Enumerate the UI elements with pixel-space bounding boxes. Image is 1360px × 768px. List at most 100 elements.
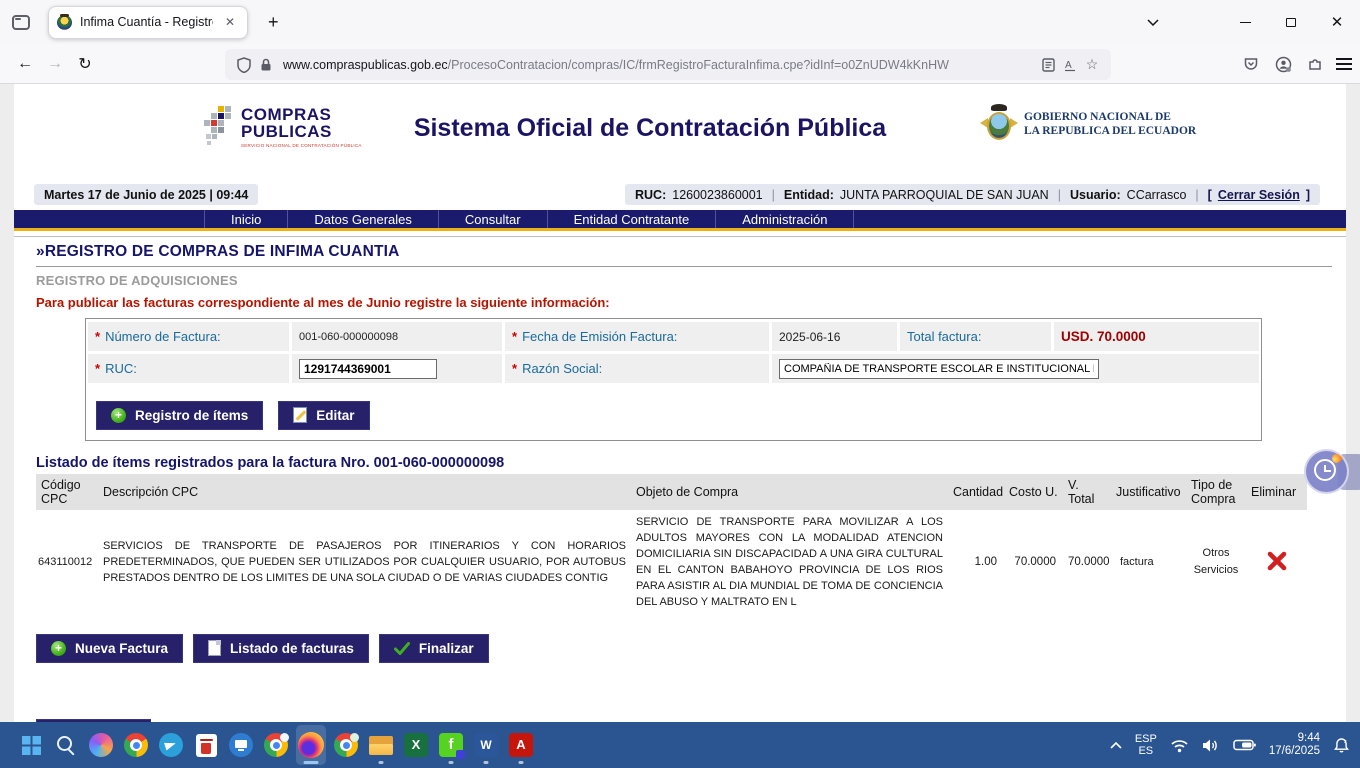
- sheets-app-icon[interactable]: [436, 725, 466, 765]
- editar-button[interactable]: Editar: [278, 401, 369, 430]
- session-status-row: Martes 17 de Junio de 2025 | 09:44 RUC: …: [14, 180, 1346, 210]
- nav-item-inicio[interactable]: Inicio: [204, 210, 288, 228]
- forward-icon[interactable]: →: [40, 49, 70, 79]
- nav-item-consultar[interactable]: Consultar: [439, 210, 548, 228]
- clock[interactable]: 9:44 17/6/2025: [1269, 732, 1320, 758]
- col-costo-u: Costo U.: [1004, 474, 1063, 510]
- nav-item-administracion[interactable]: Administración: [716, 210, 854, 228]
- reload-icon[interactable]: ↻: [70, 49, 100, 79]
- list-all-tabs-icon[interactable]: [1140, 9, 1166, 35]
- tab-close-icon[interactable]: ✕: [221, 13, 239, 31]
- lock-icon[interactable]: [255, 54, 277, 76]
- site-header: COMPRAS PUBLICAS SERVICIO NACIONAL DE CO…: [14, 84, 1346, 180]
- item-costo: 70.0000: [1004, 510, 1063, 614]
- taskbar: ESP ES 9:44 17/6/2025 z: [0, 722, 1360, 768]
- item-descripcion: SERVICIOS DE TRANSPORTE DE PASAJEROS POR…: [98, 510, 631, 614]
- entidad-value: JUNTA PARROQUIAL DE SAN JUAN: [840, 188, 1049, 202]
- battery-icon[interactable]: [1233, 739, 1256, 751]
- ecuador-crest-icon: [982, 104, 1016, 144]
- recycle-bin-icon[interactable]: [191, 725, 221, 765]
- section-subheading: REGISTRO DE ADQUISICIONES: [36, 273, 1332, 288]
- ruc-value: 1260023860001: [672, 188, 762, 202]
- telegram-icon[interactable]: [156, 725, 186, 765]
- col-codigo-cpc: Código CPC: [36, 474, 98, 510]
- item-row: 643110012 SERVICIOS DE TRANSPORTE DE PAS…: [36, 510, 1307, 614]
- bookmark-star-icon[interactable]: ☆: [1081, 54, 1103, 76]
- items-table: Código CPC Descripción CPC Objeto de Com…: [36, 474, 1307, 614]
- item-justificativo: factura: [1111, 510, 1186, 614]
- registro-items-button[interactable]: + Registro de ítems: [96, 401, 263, 430]
- language-indicator[interactable]: ESP ES: [1135, 733, 1157, 757]
- ruc-field-label: RUC:: [105, 361, 137, 376]
- items-list-title: Listado de ítems registrados para la fac…: [36, 455, 1332, 471]
- hidden-icons-chevron-icon[interactable]: [1110, 742, 1122, 749]
- acrobat-icon[interactable]: [506, 725, 536, 765]
- fecha-emision-label-cell: * Fecha de Emisión Factura:: [505, 322, 769, 351]
- razon-social-input[interactable]: [779, 359, 1099, 379]
- pocket-icon[interactable]: [1240, 53, 1262, 75]
- file-explorer-icon[interactable]: [366, 725, 396, 765]
- gov-text-line1: GOBIERNO NACIONAL DE: [1024, 110, 1196, 124]
- tracking-shield-icon[interactable]: [233, 54, 255, 76]
- clock-time: 9:44: [1269, 732, 1320, 745]
- url-text: www.compraspublicas.gob.ec/ProcesoContra…: [283, 58, 1037, 72]
- back-icon[interactable]: ←: [10, 49, 40, 79]
- browser-tab[interactable]: Infima Cuantía - Registro ✕: [48, 6, 248, 39]
- fecha-emision-value: 2025-06-16: [779, 330, 840, 344]
- chrome-profile-icon[interactable]: [261, 725, 291, 765]
- url-bar[interactable]: www.compraspublicas.gob.ec/ProcesoContra…: [225, 49, 1111, 80]
- nueva-factura-button[interactable]: + Nueva Factura: [36, 634, 183, 663]
- tab-title: Infima Cuantía - Registro: [80, 15, 213, 29]
- firefox-icon[interactable]: [296, 725, 326, 765]
- chrome-profile-2-icon[interactable]: [331, 725, 361, 765]
- firefox-view-icon[interactable]: [12, 15, 30, 30]
- nav-item-datos-generales[interactable]: Datos Generales: [288, 210, 439, 228]
- item-cantidad: 1.00: [948, 510, 1004, 614]
- notification-bell-icon[interactable]: z: [1333, 737, 1350, 754]
- account-icon[interactable]: [1272, 53, 1294, 75]
- system-tray: ESP ES 9:44 17/6/2025 z: [1110, 722, 1350, 768]
- volume-icon[interactable]: [1202, 738, 1220, 753]
- floating-assistant-widget[interactable]: [1304, 448, 1360, 496]
- fecha-emision-label: Fecha de Emisión Factura:: [522, 329, 677, 344]
- menu-icon[interactable]: [1336, 58, 1352, 70]
- ruc-label: RUC:: [635, 188, 666, 202]
- razon-social-cell: [772, 354, 1259, 383]
- window-maximize-button[interactable]: [1268, 2, 1314, 42]
- search-icon[interactable]: [51, 725, 81, 765]
- excel-icon[interactable]: [401, 725, 431, 765]
- total-factura-value-cell: USD. 70.0000: [1054, 322, 1259, 351]
- total-factura-value: USD. 70.0000: [1061, 329, 1146, 344]
- usuario-label: Usuario:: [1070, 188, 1121, 202]
- finalizar-button[interactable]: Finalizar: [379, 634, 489, 663]
- word-icon[interactable]: [471, 725, 501, 765]
- window-close-button[interactable]: ✕: [1314, 2, 1360, 42]
- fecha-emision-value-cell: 2025-06-16: [772, 322, 897, 351]
- usuario-value: CCarrasco: [1127, 188, 1187, 202]
- logout-link[interactable]: Cerrar Sesión: [1218, 188, 1300, 202]
- delete-item-icon[interactable]: [1266, 550, 1288, 575]
- wifi-icon[interactable]: [1170, 738, 1189, 753]
- remote-desktop-icon[interactable]: [226, 725, 256, 765]
- window-minimize-button[interactable]: [1222, 2, 1268, 42]
- instruction-text: Para publicar las facturas correspondien…: [36, 295, 1332, 310]
- chrome-icon[interactable]: [121, 725, 151, 765]
- razon-social-label-cell: * Razón Social:: [505, 354, 769, 383]
- reader-mode-icon[interactable]: [1037, 54, 1059, 76]
- col-tipo-compra: Tipo de Compra: [1186, 474, 1246, 510]
- listado-facturas-button[interactable]: Listado de facturas: [193, 634, 369, 663]
- edit-icon: [293, 407, 307, 423]
- web-page: COMPRAS PUBLICAS SERVICIO NACIONAL DE CO…: [14, 84, 1346, 722]
- plus-icon: +: [51, 641, 66, 656]
- extensions-icon[interactable]: [1304, 53, 1326, 75]
- new-tab-button[interactable]: +: [262, 12, 285, 33]
- ruc-input[interactable]: [299, 359, 437, 379]
- translate-icon[interactable]: A: [1059, 54, 1081, 76]
- col-v-total: V. Total: [1063, 474, 1111, 510]
- start-icon[interactable]: [16, 725, 46, 765]
- nav-item-entidad-contratante[interactable]: Entidad Contratante: [548, 210, 717, 228]
- copilot-icon[interactable]: [86, 725, 116, 765]
- item-tipo-compra: Otros Servicios: [1186, 510, 1246, 614]
- gov-text-line2: LA REPUBLICA DEL ECUADOR: [1024, 124, 1196, 138]
- item-vtotal: 70.0000: [1063, 510, 1111, 614]
